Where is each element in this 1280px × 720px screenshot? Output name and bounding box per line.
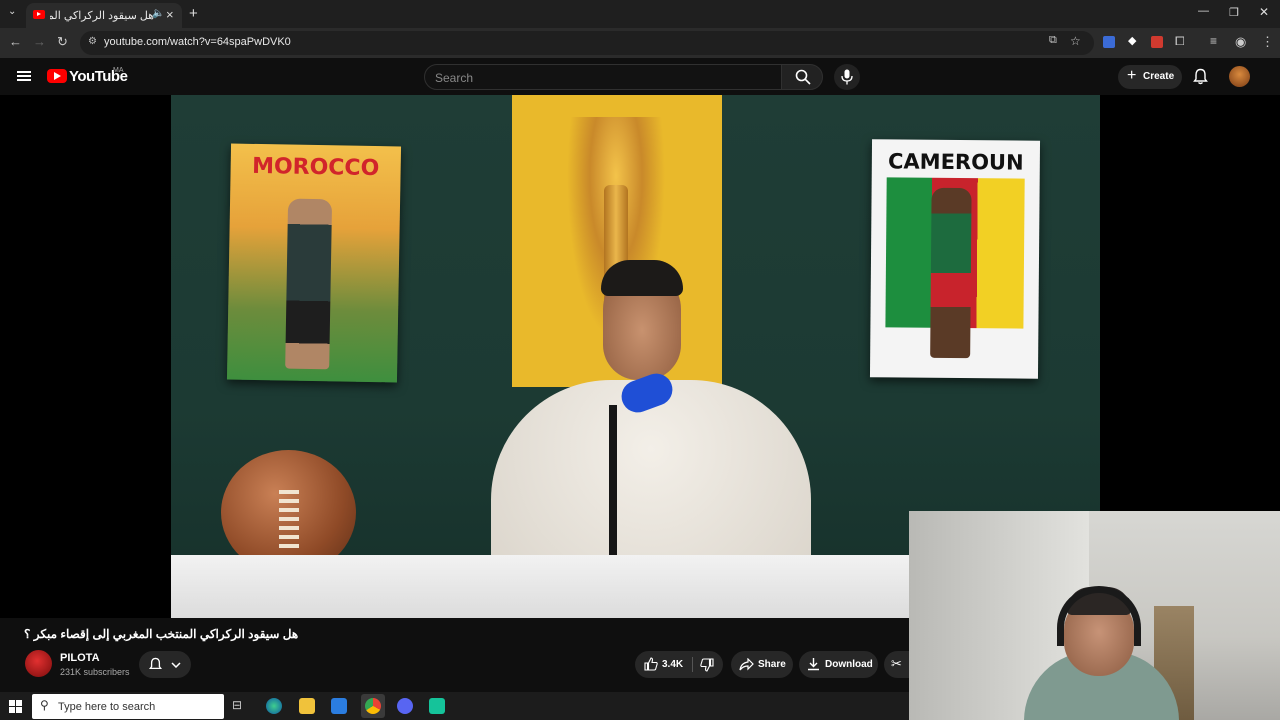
youtube-header: YouTube MA Search + Create [0, 58, 1280, 95]
mic-stand [609, 405, 617, 565]
cast-icon[interactable]: ⧉ [1049, 34, 1057, 47]
app-icon[interactable] [429, 698, 445, 714]
extension-red-icon[interactable] [1151, 36, 1163, 48]
edge-icon[interactable] [266, 698, 282, 714]
chevron-down-icon [171, 662, 181, 668]
address-bar[interactable]: ⚙ youtube.com/watch?v=64spaPwDVK0 [80, 31, 1094, 55]
store-icon[interactable] [331, 698, 347, 714]
share-label: Share [758, 659, 786, 670]
audio-playing-icon[interactable]: 🔈 [152, 8, 164, 19]
youtube-logo-icon[interactable] [47, 69, 67, 83]
file-explorer-icon[interactable] [299, 698, 315, 714]
channel-name[interactable]: PILOTA [60, 652, 100, 664]
share-button[interactable]: Share [731, 651, 793, 678]
extension-diamond-icon[interactable]: ◆ [1128, 34, 1136, 47]
new-tab-button[interactable]: + [189, 5, 198, 22]
youtube-favicon-icon [33, 10, 45, 19]
extensions-puzzle-icon[interactable]: ⧠ [1175, 34, 1185, 49]
poster-morocco: MOROCCO [226, 143, 402, 383]
taskbar-search-input[interactable]: ⚲ Type here to search [32, 694, 224, 719]
webcam-overlay [909, 511, 1280, 720]
poster-player-figure [285, 198, 333, 370]
search-icon [795, 69, 811, 85]
like-icon[interactable] [644, 657, 658, 671]
ball-lace [279, 490, 299, 548]
browser-tab-active[interactable]: هل سيقود الركراكي المنتخب 🔈 × [26, 3, 182, 28]
bell-icon [149, 657, 162, 670]
video-title: هل سيقود الركراكي المنتخب المغربي إلى إق… [24, 627, 299, 641]
browser-tab-strip: ⌄ هل سيقود الركراكي المنتخب 🔈 × + — ❐ ✕ [0, 0, 1280, 28]
hamburger-icon[interactable] [17, 71, 31, 81]
download-button[interactable]: Download [799, 651, 878, 678]
tab-search-chevron-icon[interactable]: ⌄ [8, 6, 16, 17]
reload-icon[interactable]: ↻ [57, 34, 68, 50]
subscriber-count: 231K subscribers [60, 667, 130, 677]
like-count: 3.4K [662, 659, 684, 670]
clip-button[interactable]: ✂ [884, 651, 909, 678]
plus-icon: + [1127, 67, 1137, 84]
create-button[interactable]: + Create [1118, 65, 1182, 89]
mic-icon [841, 69, 853, 85]
minimize-button[interactable]: — [1198, 5, 1209, 17]
windows-start-icon[interactable] [9, 700, 22, 713]
poster-player-figure [930, 187, 972, 359]
share-icon [739, 658, 754, 671]
bell-icon[interactable] [1193, 68, 1208, 85]
profile-icon[interactable]: ◉ [1235, 34, 1246, 50]
media-control-icon[interactable]: ≡ [1210, 34, 1217, 48]
create-label: Create [1143, 71, 1175, 82]
poster-cameroun: CAMEROUN [869, 139, 1041, 379]
site-info-icon[interactable]: ⚙ [88, 36, 97, 47]
presenter-hair [601, 260, 683, 296]
notification-button[interactable] [139, 651, 191, 678]
poster-morocco-title: MOROCCO [251, 153, 380, 182]
translate-extension-icon[interactable] [1103, 36, 1115, 48]
tab-close-icon[interactable]: × [166, 7, 174, 22]
chrome-icon[interactable] [365, 698, 381, 714]
dislike-icon[interactable] [700, 658, 714, 672]
search-icon: ⚲ [40, 698, 49, 712]
windows-taskbar: ⚲ Type here to search ⊟ [0, 692, 909, 720]
browser-toolbar: ← → ↻ ⚙ youtube.com/watch?v=64spaPwDVK0 … [0, 28, 1280, 58]
account-avatar[interactable] [1229, 66, 1250, 87]
search-button[interactable] [781, 64, 823, 90]
poster-cameroun-title: CAMEROUN [887, 149, 1024, 175]
country-code: MA [113, 67, 124, 74]
tab-title: هل سيقود الركراكي المنتخب [50, 10, 154, 22]
voice-search-button[interactable] [834, 64, 860, 90]
close-window-button[interactable]: ✕ [1259, 5, 1269, 19]
download-label: Download [825, 659, 873, 670]
chrome-menu-icon[interactable]: ⋮ [1261, 34, 1274, 50]
restore-button[interactable]: ❐ [1229, 6, 1239, 19]
search-placeholder: Search [435, 71, 474, 85]
clip-icon: ✂ [891, 656, 902, 671]
taskbar-search-placeholder: Type here to search [58, 701, 156, 713]
discord-icon[interactable] [397, 698, 413, 714]
bookmark-star-icon[interactable]: ☆ [1070, 34, 1081, 48]
url-text: youtube.com/watch?v=64spaPwDVK0 [104, 36, 291, 48]
like-dislike-group: 3.4K [635, 651, 723, 678]
channel-avatar[interactable] [25, 650, 52, 677]
back-icon[interactable]: ← [9, 34, 22, 49]
divider [692, 657, 693, 672]
forward-icon[interactable]: → [33, 34, 46, 49]
search-input[interactable]: Search [424, 64, 782, 90]
download-icon [808, 658, 819, 671]
task-view-icon[interactable]: ⊟ [232, 698, 248, 714]
